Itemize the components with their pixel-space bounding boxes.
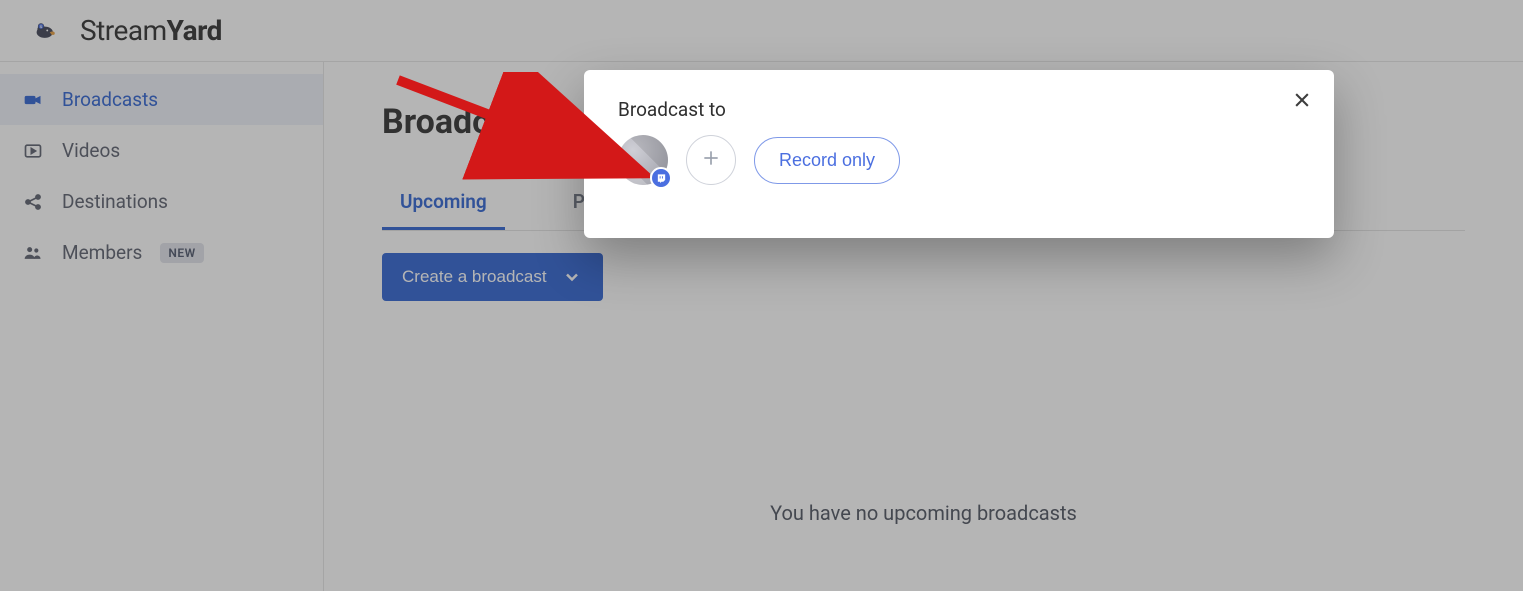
- modal-destinations-row: Record only: [618, 135, 1300, 185]
- record-only-button[interactable]: Record only: [754, 137, 900, 184]
- close-icon: [1292, 90, 1312, 114]
- modal-title: Broadcast to: [618, 98, 1300, 121]
- broadcast-to-modal: Broadcast to Record only: [584, 70, 1334, 238]
- close-button[interactable]: [1288, 88, 1316, 116]
- destination-twitch[interactable]: [618, 135, 668, 185]
- plus-icon: [701, 145, 721, 175]
- add-destination-button[interactable]: [686, 135, 736, 185]
- twitch-icon: [650, 167, 672, 189]
